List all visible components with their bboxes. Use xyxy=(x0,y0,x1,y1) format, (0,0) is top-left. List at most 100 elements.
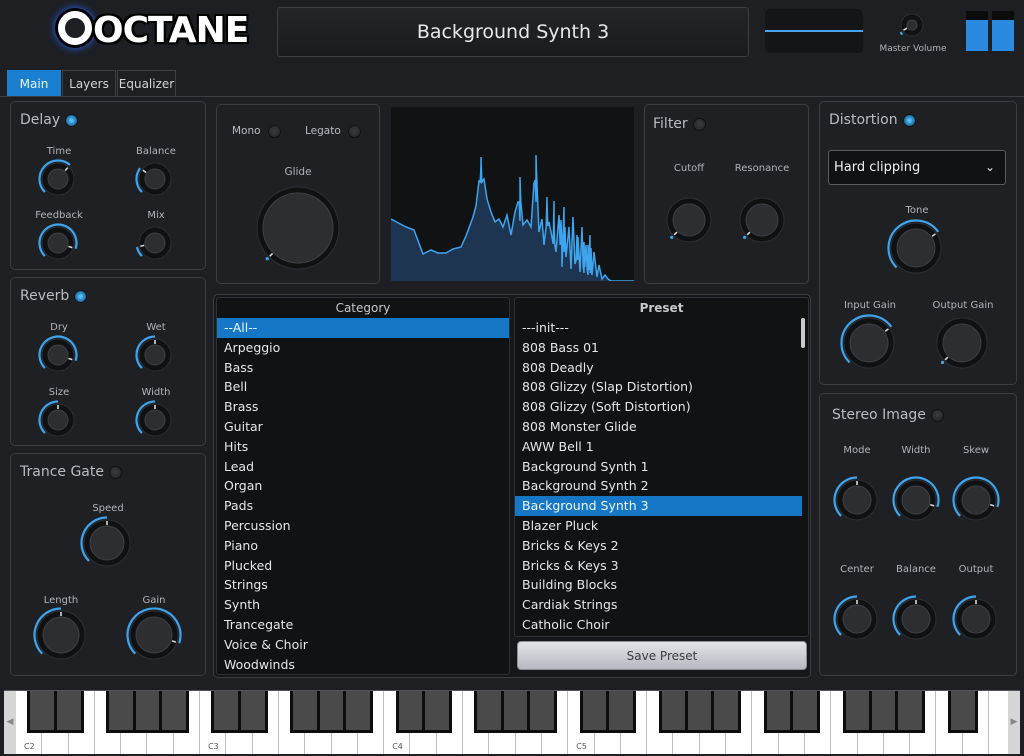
category-item[interactable]: Arpeggio xyxy=(217,338,509,358)
delay-feedback-knob[interactable] xyxy=(38,223,78,267)
category-item[interactable]: Plucked xyxy=(217,556,509,576)
category-item[interactable]: Synth xyxy=(217,595,509,615)
stereo-skew-knob[interactable] xyxy=(952,476,1000,528)
stereo-width-knob[interactable] xyxy=(892,476,940,528)
trance-gain-knob[interactable] xyxy=(126,607,182,667)
distortion-input-gain-knob[interactable] xyxy=(840,314,898,376)
tab-equalizer[interactable]: Equalizer xyxy=(117,70,176,97)
distortion-enable-led[interactable] xyxy=(903,114,915,126)
knob-graphic xyxy=(135,226,172,260)
delay-enable-led[interactable] xyxy=(66,114,78,126)
category-item[interactable]: Voice & Choir xyxy=(217,635,509,655)
knob-graphic xyxy=(33,607,86,660)
category-item[interactable]: Woodwinds xyxy=(217,655,509,675)
octave-label: C3 xyxy=(208,742,219,751)
preset-item[interactable]: 808 Monster Glide xyxy=(515,417,802,437)
tab-layers[interactable]: Layers xyxy=(62,70,116,97)
black-key[interactable] xyxy=(421,691,452,733)
black-key[interactable] xyxy=(711,691,742,733)
category-item[interactable]: Bass xyxy=(217,358,509,378)
category-item[interactable]: Guitar xyxy=(217,417,509,437)
width-label: Width xyxy=(141,387,171,398)
keyboard-scroll-right[interactable]: ▶ xyxy=(1008,691,1020,754)
legato-toggle[interactable]: Legato xyxy=(305,125,360,137)
stereo-output-knob[interactable] xyxy=(952,595,1000,647)
stereo-balance-knob[interactable] xyxy=(892,595,940,647)
black-key[interactable] xyxy=(158,691,189,733)
reverb-wet-knob[interactable] xyxy=(135,335,175,379)
black-key[interactable] xyxy=(342,691,373,733)
reverb-size-knob[interactable] xyxy=(38,400,78,444)
reverb-width-knob[interactable] xyxy=(135,400,175,444)
distortion-output-gain-knob[interactable] xyxy=(933,314,991,376)
filter-cutoff-knob[interactable] xyxy=(663,194,715,250)
black-key[interactable] xyxy=(895,691,926,733)
preset-item[interactable]: Catholic Choir xyxy=(515,615,802,635)
distortion-tone-knob[interactable] xyxy=(887,219,945,281)
category-item[interactable]: Strings xyxy=(217,575,509,595)
trance-speed-knob[interactable] xyxy=(80,516,134,574)
preset-scrollbar[interactable] xyxy=(801,318,805,348)
black-key[interactable] xyxy=(790,691,820,733)
reverb-dry-knob[interactable] xyxy=(38,335,78,379)
category-item[interactable]: Trancegate xyxy=(217,615,509,635)
master-volume-label: Master Volume xyxy=(879,44,947,54)
knob-graphic xyxy=(135,162,172,196)
trance-gate-enable-led[interactable] xyxy=(110,466,121,478)
piano-keyboard[interactable]: ◀ ▶ C2 C3 C4 C5 xyxy=(4,690,1020,754)
spectrum-analyzer xyxy=(391,107,634,281)
preset-item[interactable]: Blazer Pluck xyxy=(515,516,802,536)
preset-item[interactable]: Cardiak Strings xyxy=(515,595,802,615)
black-key[interactable] xyxy=(527,691,557,733)
preset-item[interactable]: 808 Bass 01 xyxy=(515,338,802,358)
distortion-type-select[interactable]: Hard clipping ⌄ xyxy=(828,150,1006,185)
category-item[interactable]: Percussion xyxy=(217,516,509,536)
category-item[interactable]: Lead xyxy=(217,457,509,477)
delay-balance-knob[interactable] xyxy=(135,159,175,203)
category-item[interactable]: Bell xyxy=(217,377,509,397)
delay-time-knob[interactable] xyxy=(38,159,78,203)
stereo-center-knob[interactable] xyxy=(833,595,881,647)
category-item[interactable]: Pads xyxy=(217,496,509,516)
preset-item[interactable]: Background Synth 3 xyxy=(515,496,802,516)
preset-item[interactable]: ---init--- xyxy=(515,318,802,338)
filter-enable-led[interactable] xyxy=(693,118,705,130)
preset-item[interactable]: 808 Deadly xyxy=(515,358,802,378)
category-item[interactable]: --All-- xyxy=(217,318,509,338)
trance-length-knob[interactable] xyxy=(33,607,89,667)
keyboard-scroll-left[interactable]: ◀ xyxy=(4,691,16,754)
knob-graphic xyxy=(256,186,340,270)
black-key[interactable] xyxy=(237,691,268,733)
delay-mix-knob[interactable] xyxy=(135,223,175,267)
category-item[interactable]: Organ xyxy=(217,476,509,496)
stereo-image-enable-led[interactable] xyxy=(931,409,943,421)
stereo-mode-knob[interactable] xyxy=(833,476,881,528)
black-key[interactable] xyxy=(53,691,84,733)
filter-resonance-knob[interactable] xyxy=(736,194,788,250)
mono-led xyxy=(268,125,280,137)
preset-list[interactable]: Preset ---init--- 808 Bass 01 808 Deadly 80… xyxy=(514,297,809,637)
preset-item[interactable]: AWW Bell 1 xyxy=(515,437,802,457)
black-key[interactable] xyxy=(605,691,636,733)
category-item[interactable]: Hits xyxy=(217,437,509,457)
tab-main[interactable]: Main xyxy=(7,70,61,97)
preset-item[interactable]: Bricks & Keys 2 xyxy=(515,536,802,556)
master-volume-knob[interactable] xyxy=(897,10,927,44)
mono-toggle[interactable]: Mono xyxy=(232,125,280,137)
black-key[interactable] xyxy=(947,691,978,733)
preset-display[interactable]: Background Synth 3 xyxy=(277,7,749,57)
preset-item[interactable]: Bricks & Keys 3 xyxy=(515,556,802,576)
preset-item[interactable]: Background Synth 2 xyxy=(515,476,802,496)
category-item[interactable]: Brass xyxy=(217,397,509,417)
category-item[interactable]: Piano xyxy=(217,536,509,556)
knob-graphic xyxy=(135,335,172,372)
preset-item[interactable]: 808 Glizzy (Soft Distortion) xyxy=(515,397,802,417)
save-preset-button[interactable]: Save Preset xyxy=(517,641,807,670)
preset-item[interactable]: 808 Glizzy (Slap Distortion) xyxy=(515,377,802,397)
glide-knob[interactable] xyxy=(253,183,343,277)
category-list[interactable]: Category --All-- Arpeggio Bass Bell Brass Gui… xyxy=(216,297,510,675)
preset-item[interactable]: Building Blocks xyxy=(515,575,802,595)
knob-graphic xyxy=(38,335,78,372)
reverb-enable-led[interactable] xyxy=(75,290,87,302)
preset-item[interactable]: Background Synth 1 xyxy=(515,457,802,477)
